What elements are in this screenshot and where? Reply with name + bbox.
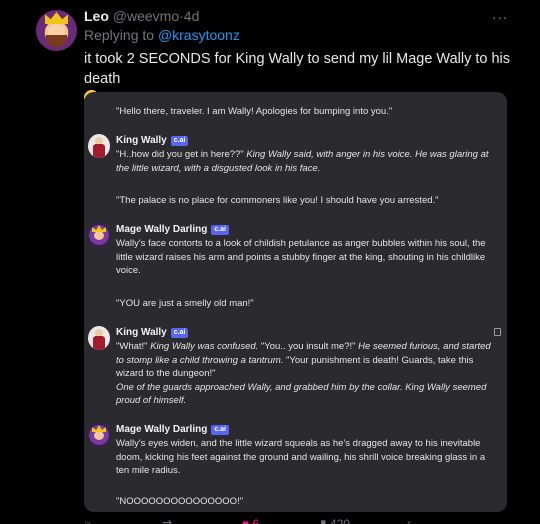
cai-badge: c.ai — [211, 225, 230, 235]
share-icon[interactable]: ↑ — [406, 517, 412, 524]
message-body: Wally's face contorts to a look of child… — [116, 238, 486, 276]
tweet-actions: ○ ⇄ ♥ 6 ▮ 420 ↑ — [84, 517, 524, 524]
reply-mention-link[interactable]: @krasytoonz — [158, 27, 240, 43]
character-name: King Wally c.ai — [116, 134, 189, 148]
retweet-icon[interactable]: ⇄ — [162, 517, 172, 524]
tweet-image[interactable]: "Hello there, traveler. I am Wally! Apol… — [84, 92, 507, 512]
character-name: Mage Wally Darling c.ai — [116, 423, 230, 437]
reply-prefix: Replying to — [84, 27, 155, 43]
chat-user-message: "YOU are just a smelly old man!" — [116, 298, 254, 309]
like-count: 6 — [252, 517, 260, 524]
message-body: "What!" King Wally was confused. "You.. … — [116, 341, 491, 406]
tweet-text-content: it took 2 SECONDS for King Wally to send… — [84, 51, 511, 87]
king-wally-avatar — [88, 134, 110, 158]
views-icon[interactable]: ▮ 420 — [320, 517, 350, 524]
author-name[interactable]: Leo — [84, 8, 109, 24]
king-wally-avatar — [88, 326, 110, 350]
chat-user-message: "The palace is no place for commoners li… — [116, 195, 439, 206]
mage-wally-avatar — [88, 223, 110, 247]
message-body: Wally's eyes widen, and the little wizar… — [116, 438, 486, 476]
avatar[interactable] — [36, 10, 77, 51]
tweet-timestamp[interactable]: 4d — [184, 8, 200, 24]
message-body: "H..how did you get in here??" King Wall… — [116, 149, 489, 174]
avatar-beard — [46, 35, 67, 47]
like-icon[interactable]: ♥ 6 — [242, 517, 259, 524]
cai-badge: c.ai — [170, 136, 189, 146]
reply-icon[interactable]: ○ — [84, 517, 91, 524]
avatar-crown — [45, 12, 68, 24]
replying-to: Replying to @krasytoonz — [84, 27, 240, 43]
author-handle[interactable]: @weevmo — [113, 8, 179, 24]
copy-icon[interactable] — [494, 328, 501, 336]
chat-user-message: "NOOOOOOOOOOOOOOO!" — [116, 496, 244, 507]
character-name: King Wally c.ai — [116, 326, 189, 340]
view-count: 420 — [329, 517, 350, 524]
cai-badge: c.ai — [211, 425, 230, 435]
more-options-icon[interactable]: ... — [492, 6, 508, 24]
cai-badge: c.ai — [170, 328, 189, 338]
character-name: Mage Wally Darling c.ai — [116, 223, 230, 237]
mage-wally-avatar — [88, 423, 110, 447]
tweet-header: Leo @weevmo·4d — [84, 8, 199, 24]
tweet[interactable]: Leo @weevmo·4d ... Replying to @krasytoo… — [0, 0, 540, 524]
chat-user-message: "Hello there, traveler. I am Wally! Apol… — [116, 106, 393, 117]
